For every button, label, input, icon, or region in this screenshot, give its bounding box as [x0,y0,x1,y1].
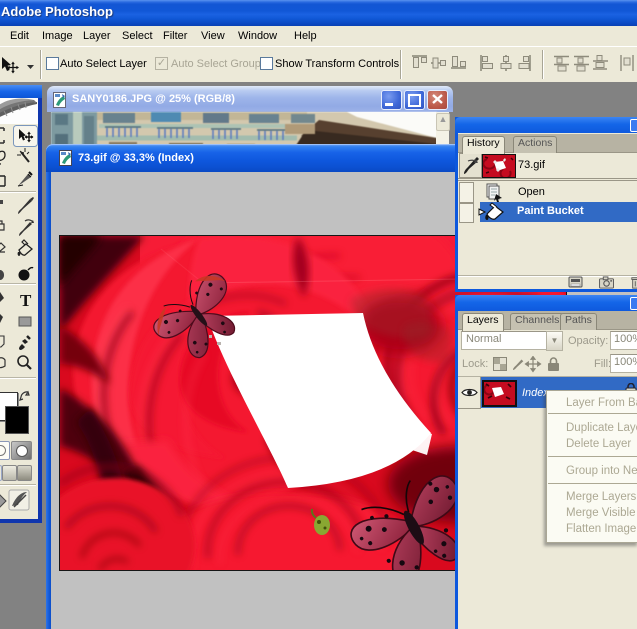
svg-text:T: T [20,291,32,310]
